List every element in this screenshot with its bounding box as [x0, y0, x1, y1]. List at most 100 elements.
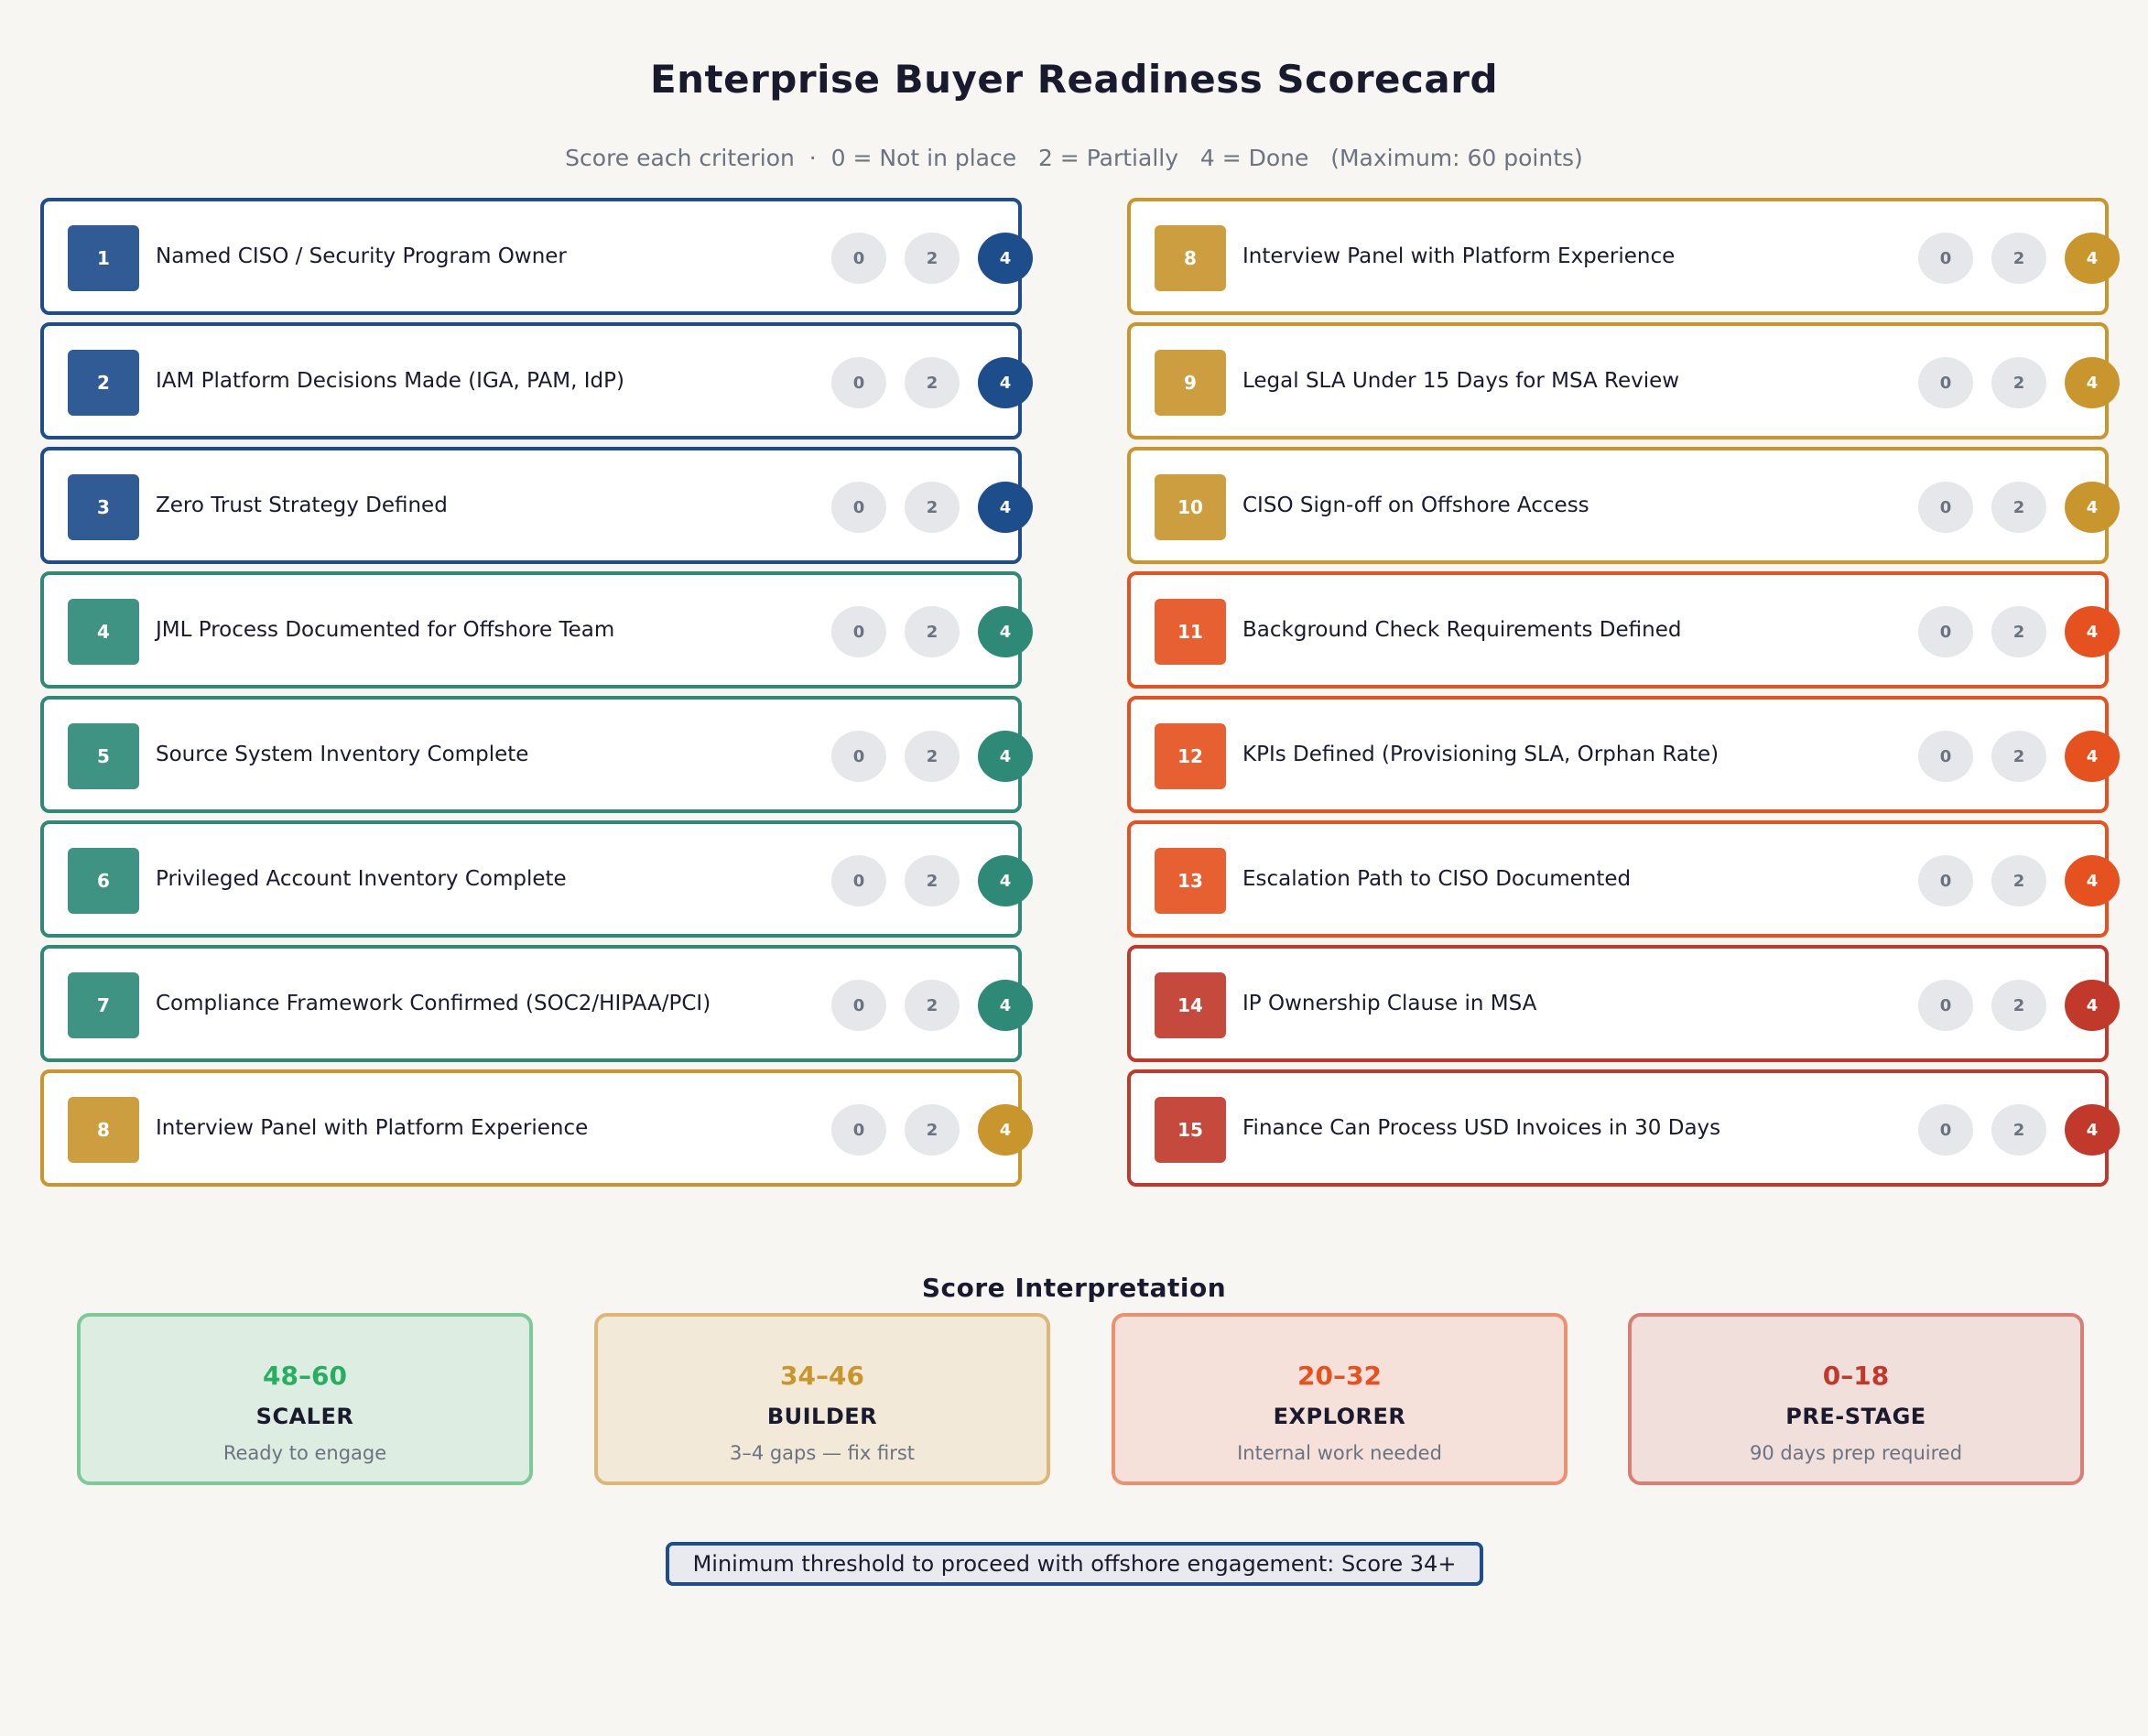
tier-description: Internal work needed: [1237, 1442, 1442, 1464]
score-option-0[interactable]: 0: [1918, 357, 1973, 408]
score-option-0[interactable]: 0: [1918, 980, 1973, 1031]
tier-name: BUILDER: [766, 1404, 878, 1429]
score-option-2[interactable]: 2: [1991, 855, 2046, 906]
score-option-0[interactable]: 0: [1918, 731, 1973, 782]
score-option-4-selected[interactable]: 4: [2065, 1104, 2120, 1156]
tier-card-scaler: 48–60 SCALER Ready to engage: [77, 1313, 533, 1485]
criterion-label: Source System Inventory Complete: [156, 743, 529, 766]
score-option-2[interactable]: 2: [905, 606, 960, 657]
score-option-4-selected[interactable]: 4: [2065, 855, 2120, 906]
score-option-2[interactable]: 2: [905, 482, 960, 533]
score-option-4-selected[interactable]: 4: [978, 233, 1033, 284]
criterion-row[interactable]: 10 CISO Sign-off on Offshore Access 0 2 4: [1127, 447, 2120, 564]
criterion-label: Interview Panel with Platform Experience: [1242, 244, 1676, 268]
criterion-row[interactable]: 13 Escalation Path to CISO Documented 0 2 4: [1127, 820, 2120, 938]
score-option-4-selected[interactable]: 4: [2065, 233, 2120, 284]
criterion-row[interactable]: 8 Interview Panel with Platform Experienc…: [40, 1069, 1033, 1187]
score-option-0[interactable]: 0: [831, 482, 886, 533]
criterion-label: Interview Panel with Platform Experience: [156, 1116, 589, 1140]
score-option-0[interactable]: 0: [1918, 606, 1973, 657]
criterion-row[interactable]: 6 Privileged Account Inventory Complete 0 2…: [40, 820, 1033, 938]
interpretation-title: Score Interpretation: [921, 1273, 1227, 1303]
criterion-number-badge: 8: [68, 1097, 139, 1163]
score-option-4-selected[interactable]: 4: [978, 980, 1033, 1031]
score-option-4-selected[interactable]: 4: [978, 606, 1033, 657]
score-option-4-selected[interactable]: 4: [2065, 482, 2120, 533]
score-option-0[interactable]: 0: [1918, 1104, 1973, 1156]
criterion-label: CISO Sign-off on Offshore Access: [1242, 494, 1589, 517]
score-option-2[interactable]: 2: [1991, 980, 2046, 1031]
criterion-number-badge: 4: [68, 599, 139, 665]
criterion-row[interactable]: 8 Interview Panel with Platform Experienc…: [1127, 198, 2120, 315]
score-option-0[interactable]: 0: [1918, 855, 1973, 906]
tier-name: EXPLORER: [1273, 1404, 1406, 1429]
score-option-0[interactable]: 0: [831, 731, 886, 782]
score-option-0[interactable]: 0: [1918, 233, 1973, 284]
tier-card-explorer: 20–32 EXPLORER Internal work needed: [1112, 1313, 1568, 1485]
criterion-number-badge: 5: [68, 723, 139, 789]
score-option-2[interactable]: 2: [905, 980, 960, 1031]
score-option-4-selected[interactable]: 4: [978, 855, 1033, 906]
score-option-2[interactable]: 2: [905, 357, 960, 408]
score-option-4-selected[interactable]: 4: [978, 731, 1033, 782]
score-option-2[interactable]: 2: [1991, 233, 2046, 284]
criterion-number-badge: 2: [68, 350, 139, 416]
score-option-0[interactable]: 0: [831, 233, 886, 284]
criterion-number-badge: 7: [68, 972, 139, 1038]
score-option-4-selected[interactable]: 4: [978, 1104, 1033, 1156]
criterion-number-badge: 11: [1155, 599, 1226, 665]
score-option-2[interactable]: 2: [1991, 357, 2046, 408]
criterion-row[interactable]: 3 Zero Trust Strategy Defined 0 2 4: [40, 447, 1033, 564]
criterion-label: Legal SLA Under 15 Days for MSA Review: [1242, 369, 1680, 393]
criterion-row[interactable]: 15 Finance Can Process USD Invoices in 30…: [1127, 1069, 2120, 1187]
criterion-row[interactable]: 2 IAM Platform Decisions Made (IGA, PAM, …: [40, 322, 1033, 439]
criterion-number-badge: 8: [1155, 225, 1226, 291]
score-option-4-selected[interactable]: 4: [2065, 357, 2120, 408]
criterion-number-badge: 9: [1155, 350, 1226, 416]
criterion-number-badge: 10: [1155, 474, 1226, 540]
tier-description: 3–4 gaps — fix first: [729, 1442, 916, 1464]
score-option-2[interactable]: 2: [1991, 606, 2046, 657]
criterion-row[interactable]: 1 Named CISO / Security Program Owner 0 2 4: [40, 198, 1033, 315]
page-title: Enterprise Buyer Readiness Scorecard: [649, 57, 1499, 102]
score-option-2[interactable]: 2: [905, 1104, 960, 1156]
score-option-0[interactable]: 0: [831, 357, 886, 408]
criterion-label: Named CISO / Security Program Owner: [156, 244, 567, 268]
score-option-0[interactable]: 0: [831, 606, 886, 657]
criterion-number-badge: 12: [1155, 723, 1226, 789]
score-option-2[interactable]: 2: [905, 855, 960, 906]
criterion-label: IP Ownership Clause in MSA: [1242, 992, 1537, 1015]
criterion-number-badge: 13: [1155, 848, 1226, 914]
score-option-2[interactable]: 2: [1991, 1104, 2046, 1156]
criterion-row[interactable]: 9 Legal SLA Under 15 Days for MSA Review 0…: [1127, 322, 2120, 439]
criterion-label: Zero Trust Strategy Defined: [156, 494, 448, 517]
criterion-row[interactable]: 11 Background Check Requirements Defined 0…: [1127, 571, 2120, 689]
criterion-row[interactable]: 14 IP Ownership Clause in MSA 0 2 4: [1127, 945, 2120, 1062]
criterion-label: Finance Can Process USD Invoices in 30 D…: [1242, 1116, 1721, 1140]
score-option-4-selected[interactable]: 4: [2065, 606, 2120, 657]
criterion-number-badge: 3: [68, 474, 139, 540]
tier-description: Ready to engage: [222, 1442, 387, 1464]
criterion-row[interactable]: 4 JML Process Documented for Offshore Tea…: [40, 571, 1033, 689]
score-option-2[interactable]: 2: [905, 731, 960, 782]
criterion-row[interactable]: 12 KPIs Defined (Provisioning SLA, Orphan…: [1127, 696, 2120, 813]
score-option-4-selected[interactable]: 4: [978, 482, 1033, 533]
threshold-banner: Minimum threshold to proceed with offsho…: [666, 1542, 1483, 1586]
score-option-0[interactable]: 0: [831, 980, 886, 1031]
score-option-4-selected[interactable]: 4: [978, 357, 1033, 408]
criterion-number-badge: 1: [68, 225, 139, 291]
tier-card-pre-stage: 0–18 PRE-STAGE 90 days prep required: [1628, 1313, 2084, 1485]
criterion-label: Background Check Requirements Defined: [1242, 618, 1682, 642]
criterion-row[interactable]: 5 Source System Inventory Complete 0 2 4: [40, 696, 1033, 813]
score-option-4-selected[interactable]: 4: [2065, 980, 2120, 1031]
score-option-2[interactable]: 2: [905, 233, 960, 284]
score-option-2[interactable]: 2: [1991, 482, 2046, 533]
criterion-number-badge: 15: [1155, 1097, 1226, 1163]
score-option-0[interactable]: 0: [1918, 482, 1973, 533]
score-option-0[interactable]: 0: [831, 1104, 886, 1156]
criterion-label: JML Process Documented for Offshore Team: [156, 618, 615, 642]
score-option-4-selected[interactable]: 4: [2065, 731, 2120, 782]
score-option-2[interactable]: 2: [1991, 731, 2046, 782]
criterion-row[interactable]: 7 Compliance Framework Confirmed (SOC2/HI…: [40, 945, 1033, 1062]
score-option-0[interactable]: 0: [831, 855, 886, 906]
